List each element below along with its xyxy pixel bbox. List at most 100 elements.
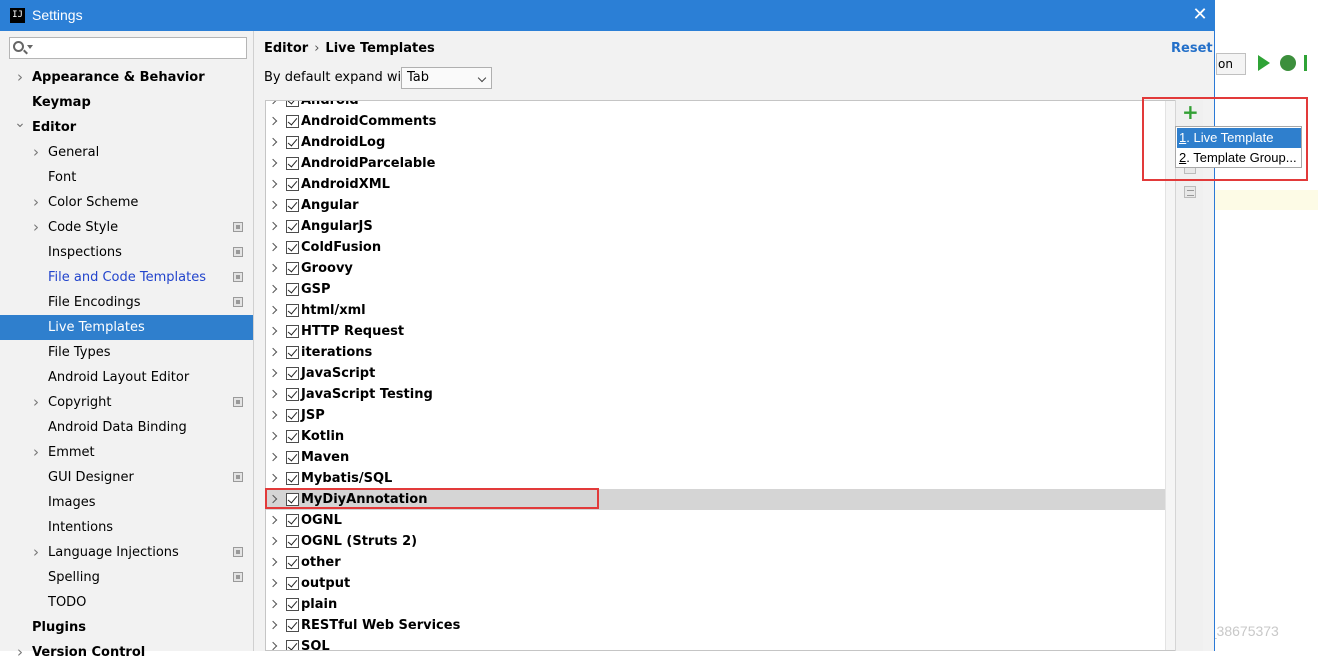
settings-search[interactable] bbox=[9, 37, 247, 59]
chevron-right-icon[interactable]: › bbox=[14, 65, 26, 90]
chevron-right-icon[interactable] bbox=[268, 101, 278, 105]
group-enabled-checkbox[interactable] bbox=[286, 241, 299, 254]
template-group-row[interactable]: html/xml bbox=[266, 300, 1175, 321]
chevron-right-icon[interactable] bbox=[268, 368, 278, 378]
run-more-icon[interactable] bbox=[1304, 55, 1316, 71]
template-group-row[interactable]: JavaScript bbox=[266, 363, 1175, 384]
chevron-right-icon[interactable] bbox=[268, 263, 278, 273]
sidebar-item-todo[interactable]: TODO bbox=[0, 590, 253, 615]
sidebar-item-file-types[interactable]: File Types bbox=[0, 340, 253, 365]
chevron-right-icon[interactable] bbox=[268, 347, 278, 357]
sidebar-item-color-scheme[interactable]: › Color Scheme bbox=[0, 190, 253, 215]
run-icon[interactable] bbox=[1258, 55, 1270, 71]
menu-item-template-group[interactable]: 2. Template Group... bbox=[1177, 148, 1301, 168]
group-enabled-checkbox[interactable] bbox=[286, 388, 299, 401]
template-group-row[interactable]: iterations bbox=[266, 342, 1175, 363]
group-enabled-checkbox[interactable] bbox=[286, 199, 299, 212]
group-enabled-checkbox[interactable] bbox=[286, 283, 299, 296]
close-icon[interactable]: ✕ bbox=[1190, 4, 1210, 26]
template-group-row[interactable]: OGNL bbox=[266, 510, 1175, 531]
chevron-right-icon[interactable]: › bbox=[30, 540, 42, 565]
sidebar-item-font[interactable]: Font bbox=[0, 165, 253, 190]
group-enabled-checkbox[interactable] bbox=[286, 451, 299, 464]
chevron-right-icon[interactable] bbox=[268, 137, 278, 147]
sidebar-item-general[interactable]: › General bbox=[0, 140, 253, 165]
group-enabled-checkbox[interactable] bbox=[286, 346, 299, 359]
group-enabled-checkbox[interactable] bbox=[286, 514, 299, 527]
sidebar-item-intentions[interactable]: Intentions bbox=[0, 515, 253, 540]
group-enabled-checkbox[interactable] bbox=[286, 101, 299, 107]
chevron-right-icon[interactable]: › bbox=[30, 140, 42, 165]
reset-link[interactable]: Reset bbox=[1171, 41, 1213, 56]
template-group-row[interactable]: AndroidLog bbox=[266, 132, 1175, 153]
sidebar-item-gui-designer[interactable]: GUI Designer bbox=[0, 465, 253, 490]
chevron-right-icon[interactable] bbox=[268, 158, 278, 168]
group-enabled-checkbox[interactable] bbox=[286, 577, 299, 590]
chevron-right-icon[interactable] bbox=[268, 536, 278, 546]
sidebar-item-emmet[interactable]: › Emmet bbox=[0, 440, 253, 465]
template-group-row[interactable]: output bbox=[266, 573, 1175, 594]
sidebar-item-appearance-behavior[interactable]: › Appearance & Behavior bbox=[0, 65, 253, 90]
sidebar-item-file-and-code-templates[interactable]: File and Code Templates bbox=[0, 265, 253, 290]
chevron-right-icon[interactable]: › bbox=[30, 215, 42, 240]
chevron-right-icon[interactable] bbox=[268, 494, 278, 504]
chevron-right-icon[interactable] bbox=[268, 284, 278, 294]
group-enabled-checkbox[interactable] bbox=[286, 472, 299, 485]
template-group-row[interactable]: Kotlin bbox=[266, 426, 1175, 447]
sidebar-item-android-layout-editor[interactable]: Android Layout Editor bbox=[0, 365, 253, 390]
chevron-right-icon[interactable] bbox=[268, 599, 278, 609]
template-group-row[interactable]: AngularJS bbox=[266, 216, 1175, 237]
template-group-row[interactable]: JSP bbox=[266, 405, 1175, 426]
group-enabled-checkbox[interactable] bbox=[286, 640, 299, 650]
group-enabled-checkbox[interactable] bbox=[286, 157, 299, 170]
sidebar-item-spelling[interactable]: Spelling bbox=[0, 565, 253, 590]
group-enabled-checkbox[interactable] bbox=[286, 178, 299, 191]
sidebar-item-keymap[interactable]: Keymap bbox=[0, 90, 253, 115]
template-group-row[interactable]: SQL bbox=[266, 636, 1175, 650]
group-enabled-checkbox[interactable] bbox=[286, 535, 299, 548]
template-group-row[interactable]: JavaScript Testing bbox=[266, 384, 1175, 405]
template-group-row[interactable]: ColdFusion bbox=[266, 237, 1175, 258]
search-history-dropdown-icon[interactable] bbox=[27, 45, 33, 49]
template-group-row[interactable]: RESTful Web Services bbox=[266, 615, 1175, 636]
group-enabled-checkbox[interactable] bbox=[286, 619, 299, 632]
sidebar-item-code-style[interactable]: › Code Style bbox=[0, 215, 253, 240]
sidebar-item-android-data-binding[interactable]: Android Data Binding bbox=[0, 415, 253, 440]
template-group-row[interactable]: AndroidComments bbox=[266, 111, 1175, 132]
chevron-right-icon[interactable]: › bbox=[30, 440, 42, 465]
template-group-row[interactable]: GSP bbox=[266, 279, 1175, 300]
group-enabled-checkbox[interactable] bbox=[286, 325, 299, 338]
chevron-right-icon[interactable] bbox=[268, 557, 278, 567]
template-group-row[interactable]: MyDiyAnnotation bbox=[266, 489, 1175, 510]
chevron-right-icon[interactable]: › bbox=[30, 390, 42, 415]
chevron-right-icon[interactable] bbox=[268, 578, 278, 588]
sidebar-item-copyright[interactable]: › Copyright bbox=[0, 390, 253, 415]
search-input[interactable] bbox=[36, 39, 241, 57]
group-enabled-checkbox[interactable] bbox=[286, 304, 299, 317]
run-configuration-select[interactable]: on bbox=[1216, 53, 1246, 75]
chevron-right-icon[interactable] bbox=[268, 389, 278, 399]
add-icon[interactable]: + bbox=[1182, 102, 1199, 122]
group-enabled-checkbox[interactable] bbox=[286, 262, 299, 275]
template-group-row[interactable]: Maven bbox=[266, 447, 1175, 468]
sidebar-item-images[interactable]: Images bbox=[0, 490, 253, 515]
chevron-right-icon[interactable]: › bbox=[14, 640, 26, 665]
group-enabled-checkbox[interactable] bbox=[286, 598, 299, 611]
menu-item-live-template[interactable]: 1. Live Template bbox=[1177, 128, 1301, 148]
sidebar-item-version-control[interactable]: › Version Control bbox=[0, 640, 253, 665]
chevron-right-icon[interactable] bbox=[268, 326, 278, 336]
chevron-down-icon[interactable]: ⌄ bbox=[14, 111, 26, 136]
template-group-row[interactable]: HTTP Request bbox=[266, 321, 1175, 342]
chevron-right-icon[interactable] bbox=[268, 620, 278, 630]
sidebar-item-editor[interactable]: ⌄ Editor bbox=[0, 115, 253, 140]
chevron-right-icon[interactable] bbox=[268, 431, 278, 441]
template-group-row[interactable]: other bbox=[266, 552, 1175, 573]
chevron-right-icon[interactable] bbox=[268, 242, 278, 252]
chevron-right-icon[interactable] bbox=[268, 641, 278, 650]
chevron-right-icon[interactable] bbox=[268, 515, 278, 525]
sidebar-item-file-encodings[interactable]: File Encodings bbox=[0, 290, 253, 315]
sidebar-item-language-injections[interactable]: › Language Injections bbox=[0, 540, 253, 565]
group-enabled-checkbox[interactable] bbox=[286, 136, 299, 149]
sidebar-item-live-templates[interactable]: Live Templates bbox=[0, 315, 253, 340]
chevron-right-icon[interactable] bbox=[268, 410, 278, 420]
